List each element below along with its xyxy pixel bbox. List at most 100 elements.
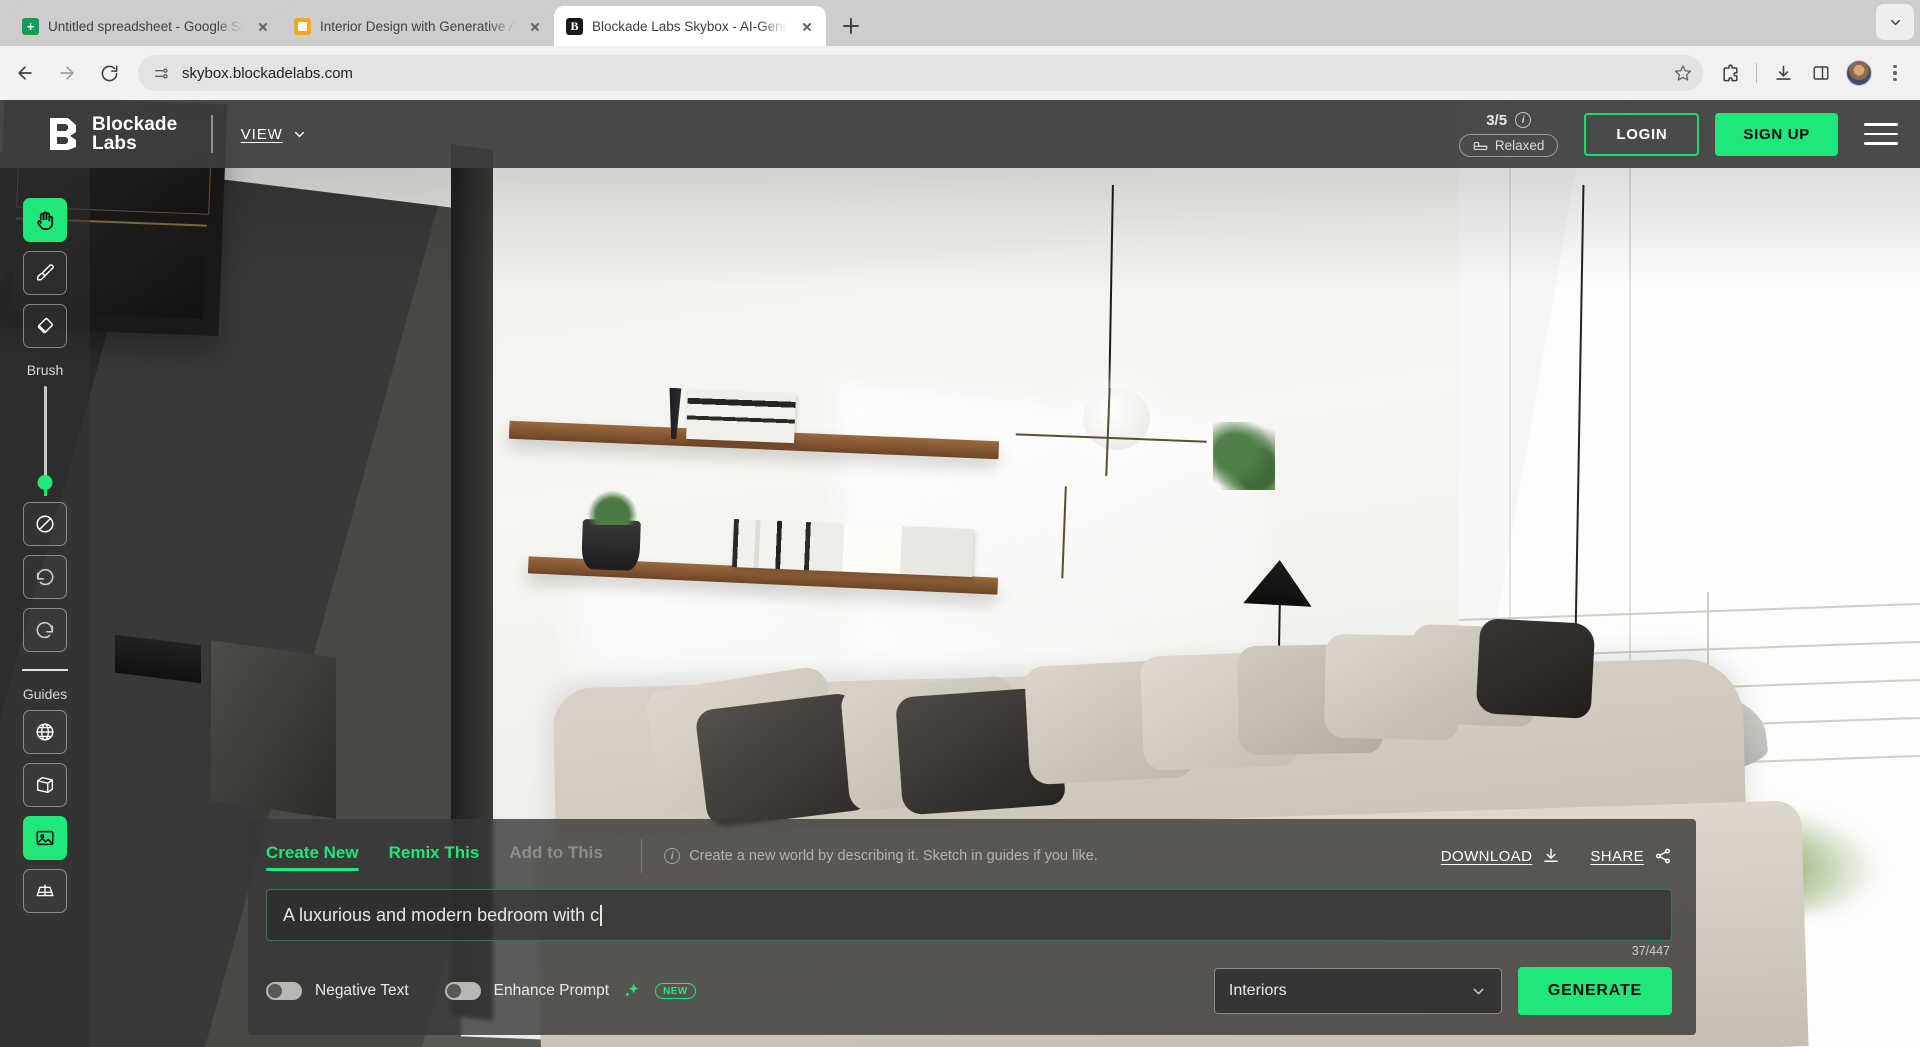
bookmark-star-icon[interactable] (1669, 59, 1697, 87)
tab-search-chevron-down-icon[interactable] (1876, 4, 1914, 40)
browser-tab-2[interactable]: Interior Design with Generative AI (282, 6, 554, 46)
header-divider (211, 115, 213, 153)
view-menu-label: VIEW (241, 126, 283, 143)
image-guide[interactable] (23, 816, 67, 860)
close-icon[interactable] (524, 15, 546, 37)
style-select[interactable]: Interiors (1214, 968, 1502, 1014)
info-icon[interactable]: i (1515, 112, 1531, 128)
horizon-guide[interactable] (23, 869, 67, 913)
chevron-down-icon (292, 127, 307, 142)
guides-label: Guides (23, 686, 67, 702)
status-badge[interactable]: Relaxed (1459, 134, 1559, 157)
clear-tool[interactable] (23, 502, 67, 546)
browser-window: + Untitled spreadsheet - Google Sheets I… (0, 0, 1920, 1047)
extensions-icon[interactable] (1713, 56, 1747, 90)
toolbar-divider (1756, 63, 1757, 83)
eraser-icon (34, 315, 56, 337)
negative-text-control[interactable]: Negative Text (266, 982, 409, 1000)
panel-bottom-row: Negative Text Enhance Prompt NEW Interio… (266, 967, 1672, 1015)
perspective-icon (34, 880, 56, 902)
brand-logo[interactable]: Blockade Labs (48, 115, 177, 154)
new-badge: NEW (655, 983, 696, 999)
panel-hint-text: Create a new world by describing it. Ske… (689, 848, 1098, 864)
close-icon[interactable] (252, 15, 274, 37)
sparkle-icon (622, 981, 642, 1001)
menu-hamburger-icon[interactable] (1864, 120, 1898, 148)
reload-icon[interactable] (90, 54, 128, 92)
url-text[interactable]: skybox.blockadelabs.com (182, 65, 1659, 82)
no-entry-icon (34, 513, 56, 535)
browser-tab-3[interactable]: B Blockade Labs Skybox - AI-Generated 36… (554, 6, 826, 46)
side-panel-icon[interactable] (1804, 56, 1838, 90)
hand-icon (34, 209, 57, 232)
skybox-app: Blockade Labs VIEW 3/5 i (0, 100, 1920, 1047)
slider-handle[interactable] (38, 475, 53, 490)
cube-guide[interactable] (23, 763, 67, 807)
blockade-labs-icon: B (566, 18, 583, 35)
negative-text-toggle[interactable] (266, 982, 302, 1000)
credits-count: 3/5 (1486, 112, 1507, 129)
brush-tool[interactable] (23, 251, 67, 295)
redo-button[interactable] (23, 608, 67, 652)
chrome-menu-icon[interactable] (1880, 56, 1910, 90)
view-menu[interactable]: VIEW (241, 126, 307, 143)
app-header: Blockade Labs VIEW 3/5 i (0, 100, 1920, 168)
prompt-input[interactable]: A luxurious and modern bedroom with c (266, 889, 1672, 941)
credits-area: 3/5 i Relaxed (1459, 112, 1559, 157)
browser-tab-1[interactable]: + Untitled spreadsheet - Google Sheets (10, 6, 282, 46)
blockade-labs-logo-icon (48, 116, 78, 152)
brush-label: Brush (27, 362, 64, 378)
browser-tabstrip: + Untitled spreadsheet - Google Sheets I… (0, 0, 1920, 46)
enhance-prompt-control[interactable]: Enhance Prompt NEW (445, 981, 696, 1001)
pan-hand-tool[interactable] (23, 198, 67, 242)
sphere-guide[interactable] (23, 710, 67, 754)
profile-avatar[interactable] (1842, 56, 1876, 90)
close-icon[interactable] (796, 15, 818, 37)
orange-doc-icon (294, 18, 311, 35)
google-sheets-icon: + (22, 18, 39, 35)
info-icon: i (664, 848, 680, 864)
login-button[interactable]: LOGIN (1584, 113, 1699, 156)
brand-line-2: Labs (92, 134, 177, 153)
share-button[interactable]: SHARE (1590, 847, 1672, 865)
tab-add-to-this[interactable]: Add to This (509, 843, 602, 869)
redo-icon (34, 619, 56, 641)
panel-divider (641, 839, 642, 873)
cube-icon (34, 774, 56, 796)
negative-text-label: Negative Text (315, 982, 409, 1000)
generate-button[interactable]: GENERATE (1518, 967, 1672, 1015)
signup-button[interactable]: SIGN UP (1715, 113, 1838, 156)
enhance-prompt-toggle[interactable] (445, 982, 481, 1000)
brand-line-1: Blockade (92, 115, 177, 134)
style-select-value: Interiors (1229, 982, 1287, 1000)
download-icon (1542, 847, 1560, 865)
tab-title: Blockade Labs Skybox - AI-Generated 360°… (592, 19, 787, 34)
tab-create-new[interactable]: Create New (266, 843, 359, 869)
download-button[interactable]: DOWNLOAD (1441, 847, 1561, 865)
tab-title: Untitled spreadsheet - Google Sheets (48, 19, 243, 34)
globe-icon (34, 721, 56, 743)
address-bar[interactable]: skybox.blockadelabs.com (138, 55, 1703, 91)
paintbrush-icon (34, 262, 56, 284)
tab-title: Interior Design with Generative AI (320, 19, 515, 34)
brush-size-slider[interactable] (44, 386, 47, 496)
download-label: DOWNLOAD (1441, 848, 1533, 865)
downloads-icon[interactable] (1766, 56, 1800, 90)
text-caret (600, 905, 602, 926)
brand-name: Blockade Labs (92, 115, 177, 154)
new-tab-button[interactable] (834, 9, 868, 43)
chevron-down-icon (1470, 983, 1487, 1000)
tab-remix-this[interactable]: Remix This (389, 843, 480, 869)
back-icon[interactable] (6, 54, 44, 92)
panel-top-row: Create New Remix This Add to This i Crea… (266, 839, 1672, 873)
share-icon (1654, 847, 1672, 865)
undo-button[interactable] (23, 555, 67, 599)
eraser-tool[interactable] (23, 304, 67, 348)
tool-rail: Brush Guides (0, 168, 90, 1047)
image-icon (34, 827, 56, 849)
forward-icon[interactable] (48, 54, 86, 92)
status-badge-label: Relaxed (1495, 138, 1545, 153)
site-settings-icon[interactable] (150, 62, 172, 84)
relaxed-sofa-icon (1473, 139, 1488, 151)
undo-icon (34, 566, 56, 588)
